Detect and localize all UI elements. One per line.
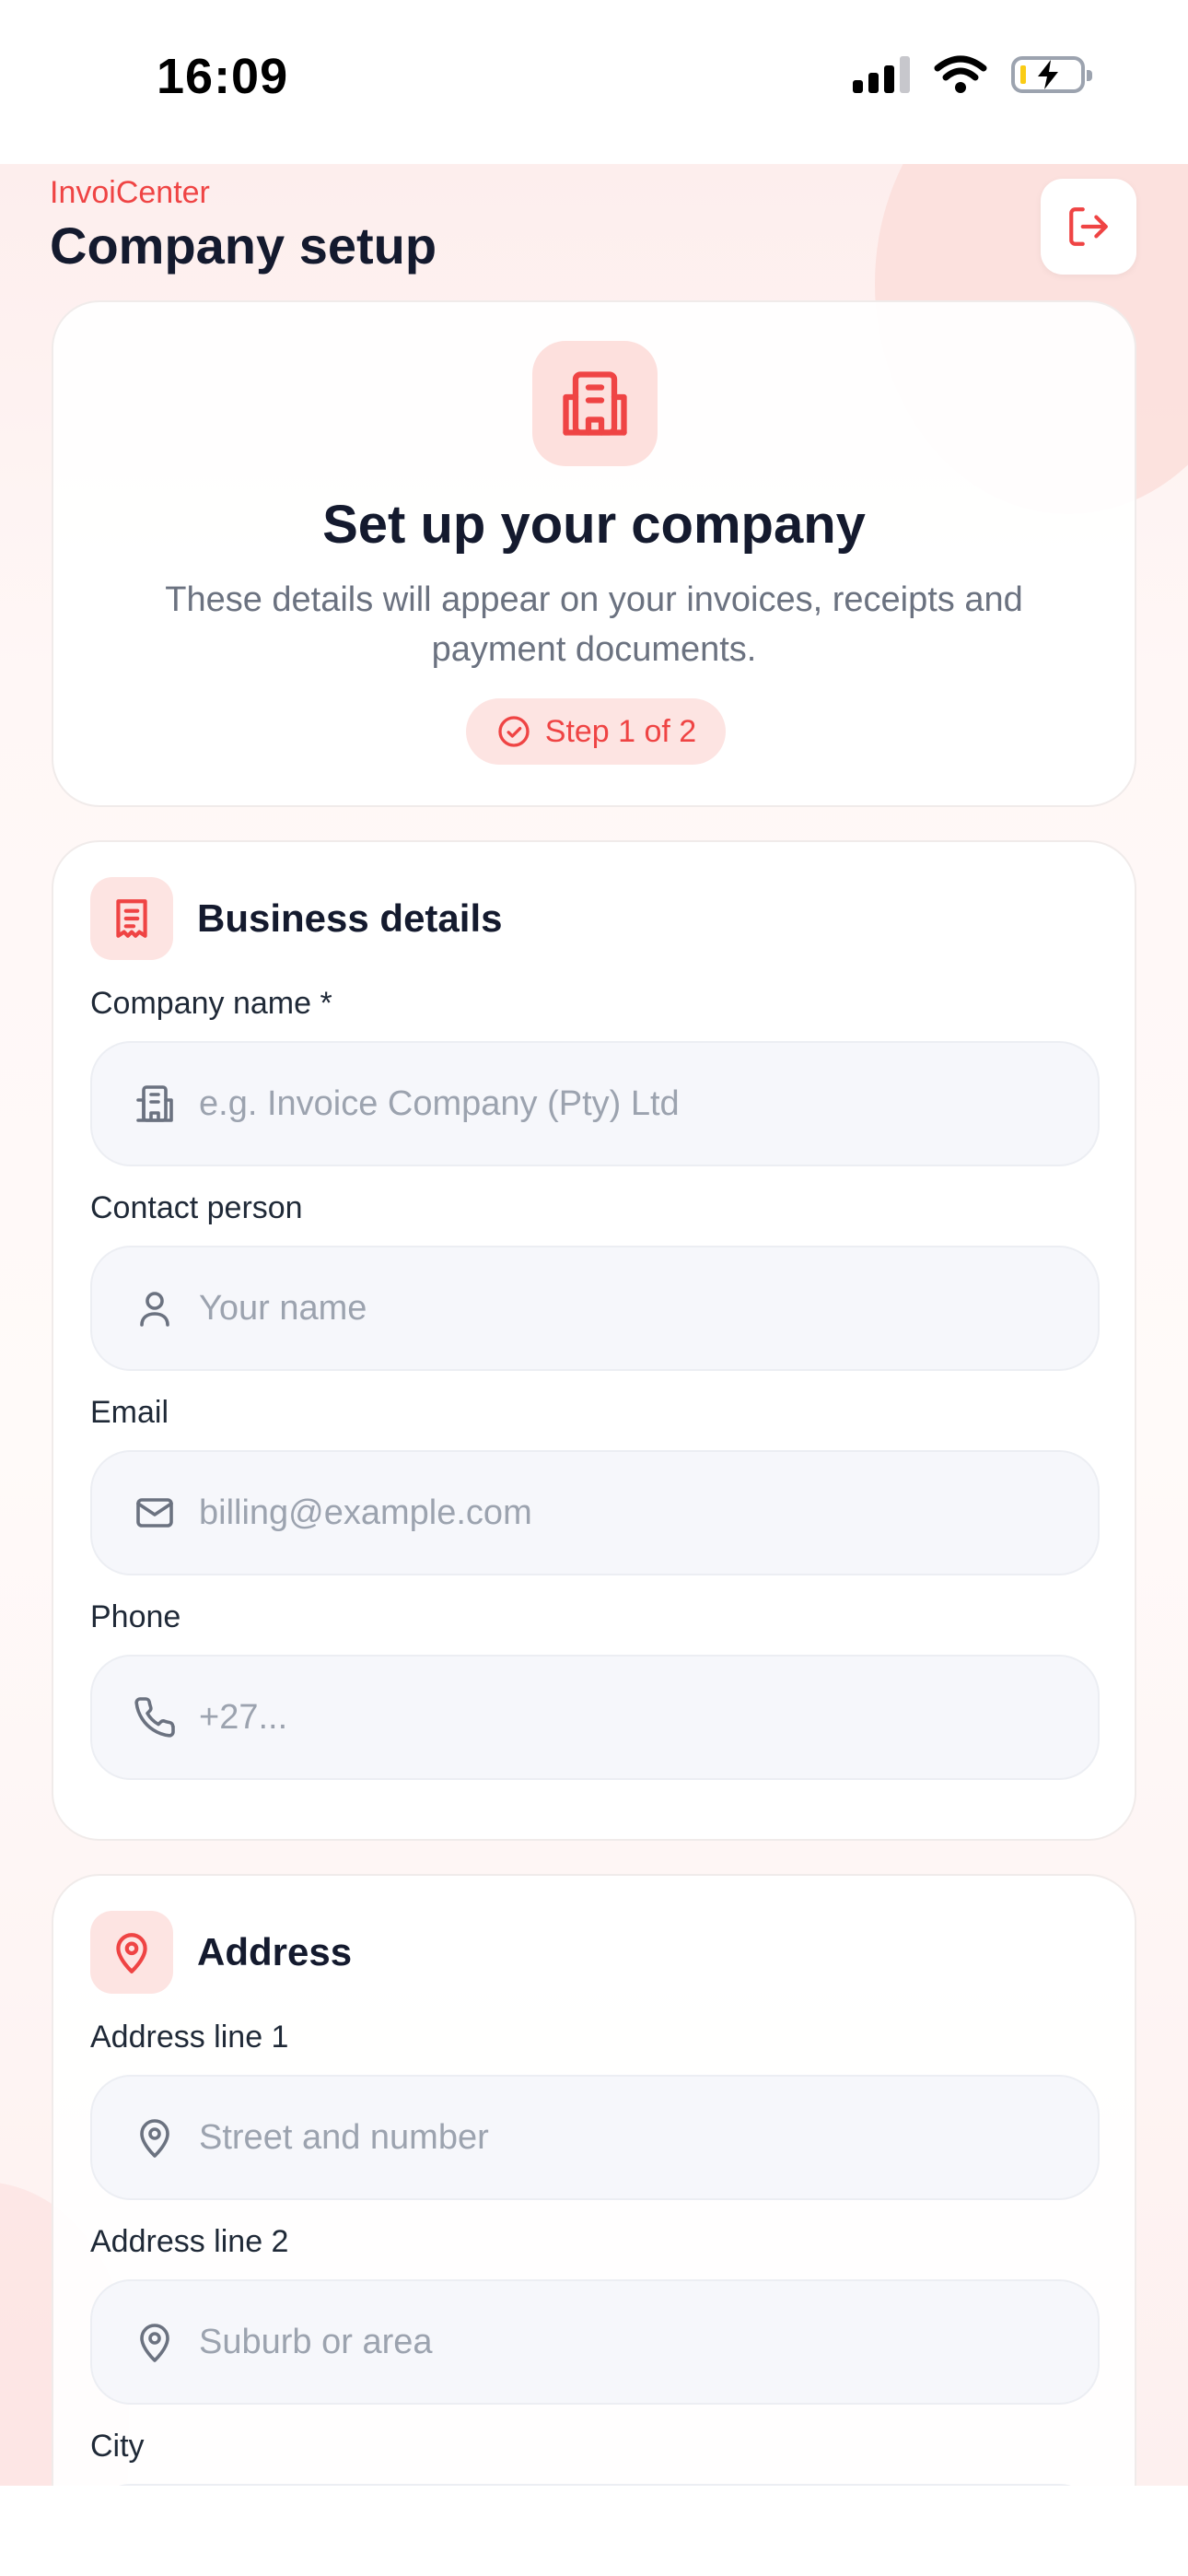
mail-icon (127, 1491, 182, 1535)
setup-intro-card: Set up your company These details will a… (52, 300, 1136, 807)
address-line2-field[interactable] (90, 2279, 1100, 2405)
building-icon (127, 1082, 182, 1126)
section-title: Business details (197, 896, 503, 940)
company-building-icon (532, 341, 658, 466)
company-name-label: Company name * (90, 986, 332, 1021)
check-circle-icon (498, 716, 530, 747)
phone-input[interactable] (197, 1696, 1098, 1739)
hero-title: Set up your company (322, 495, 866, 555)
map-pin-icon (127, 2320, 182, 2364)
phone-icon (127, 1695, 182, 1739)
address-card: Address Address line 1 Address line 2 Ci… (52, 1874, 1136, 2486)
page-title: Company setup (50, 217, 437, 275)
phone-label: Phone (90, 1599, 181, 1634)
logout-button[interactable] (1041, 179, 1136, 275)
app-content: InvoiCenter Company setup Set up your co… (0, 164, 1188, 2486)
status-icons (853, 55, 1092, 94)
section-header: Business details (90, 877, 502, 960)
battery-icon (1011, 56, 1092, 93)
address-line1-label: Address line 1 (90, 2020, 289, 2055)
step-label: Step 1 of 2 (544, 713, 697, 749)
email-label: Email (90, 1395, 169, 1430)
status-bar: 16:09 (0, 0, 1188, 164)
contact-person-field[interactable] (90, 1246, 1100, 1371)
email-input[interactable] (197, 1492, 1098, 1534)
company-name-input[interactable] (197, 1083, 1098, 1125)
status-time: 16:09 (157, 49, 289, 104)
company-name-field[interactable] (90, 1041, 1100, 1166)
address-line1-field[interactable] (90, 2075, 1100, 2200)
contact-person-input[interactable] (197, 1287, 1098, 1329)
bottom-safe-area (0, 2486, 1188, 2576)
wifi-icon (934, 55, 987, 93)
map-pin-icon (90, 1911, 173, 1994)
step-badge: Step 1 of 2 (466, 698, 726, 765)
section-title: Address (197, 1930, 353, 1973)
brand-name: InvoiCenter (50, 175, 210, 210)
phone-field[interactable] (90, 1655, 1100, 1780)
section-header: Address (90, 1911, 352, 1994)
map-pin-icon (127, 2115, 182, 2160)
business-details-card: Business details Company name * Contact … (52, 840, 1136, 1841)
user-icon (127, 1286, 182, 1330)
city-label: City (90, 2429, 145, 2464)
hero-description: These details will appear on your invoic… (165, 580, 1023, 669)
address-line1-input[interactable] (197, 2116, 1098, 2159)
email-field[interactable] (90, 1450, 1100, 1575)
contact-person-label: Contact person (90, 1190, 303, 1225)
receipt-icon (90, 877, 173, 960)
cellular-signal-icon (853, 56, 910, 93)
address-line2-input[interactable] (197, 2321, 1098, 2363)
address-line2-label: Address line 2 (90, 2224, 289, 2259)
logout-icon (1069, 207, 1108, 246)
